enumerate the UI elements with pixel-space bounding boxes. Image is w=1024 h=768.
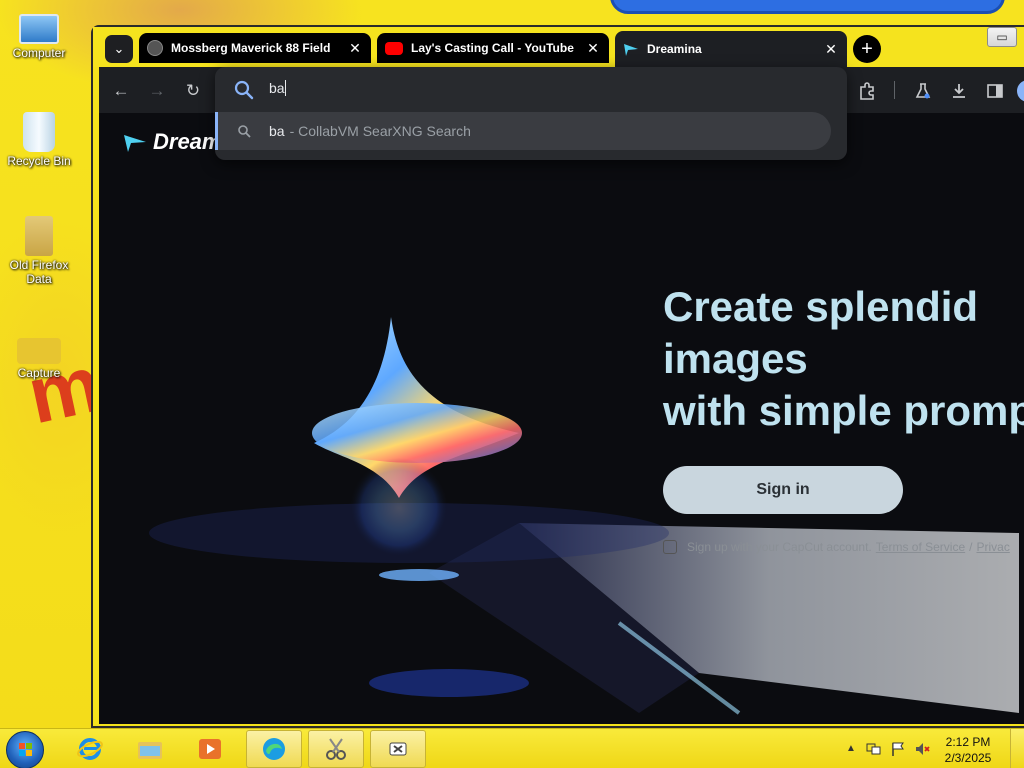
desktop-icon-label: Old Firefox Data	[9, 258, 69, 286]
dreamina-icon	[624, 44, 638, 56]
omnibox-dropdown: ba ba - CollabVM SearXNG Search	[215, 67, 847, 160]
desktop-icon-label: Capture	[17, 366, 61, 380]
sign-in-label: Sign in	[756, 481, 810, 498]
tab-title: Lay's Casting Call - YouTube	[411, 41, 574, 55]
address-input-value: ba	[269, 80, 285, 96]
terms-of-service-link[interactable]: Terms of Service	[876, 540, 965, 554]
taskbar-internet-explorer[interactable]	[62, 730, 118, 768]
download-icon	[953, 84, 965, 98]
flag-icon[interactable]	[890, 741, 906, 757]
desktop-icon-capture[interactable]: Capture	[6, 328, 72, 380]
start-button[interactable]	[6, 731, 44, 768]
desktop-icon-label: Computer	[12, 46, 66, 60]
tab-title: Dreamina	[647, 42, 702, 56]
omnibox-suggestion[interactable]: ba - CollabVM SearXNG Search	[215, 112, 831, 150]
downloads-button[interactable]	[947, 79, 971, 103]
minimize-button[interactable]: ▭	[987, 27, 1017, 47]
forward-button[interactable]: →	[145, 79, 169, 103]
tab-dreamina[interactable]: Dreamina ✕	[615, 31, 847, 67]
hero-title: Create splendid images with simple promp	[663, 281, 1024, 437]
network-icon[interactable]	[866, 741, 882, 757]
suggestion-text: ba	[269, 123, 285, 139]
taskbar-snipping-tool[interactable]	[308, 730, 364, 768]
new-tab-button[interactable]: +	[853, 35, 881, 63]
hero-line: with simple promp	[663, 387, 1024, 434]
close-icon[interactable]: ✕	[347, 40, 363, 57]
toolbar-divider	[894, 81, 895, 99]
side-panel-icon	[987, 84, 1003, 98]
page-content: Dream Create splendid images with simple…	[99, 113, 1024, 724]
puzzle-icon	[860, 82, 874, 100]
terms-text: Sign up with your CapCut account.	[687, 540, 872, 554]
reload-icon: ↻	[185, 81, 201, 100]
taskbar-edge[interactable]	[246, 730, 302, 768]
desktop-icon-old-firefox-data[interactable]: Old Firefox Data	[6, 216, 72, 286]
taskbar-app[interactable]	[370, 730, 426, 768]
chevron-up-icon: ▲	[846, 743, 856, 754]
reload-button[interactable]: ↻	[181, 79, 205, 103]
clock-time: 2:12 PM	[945, 735, 991, 749]
desktop-icon-computer[interactable]: Computer	[6, 8, 72, 60]
close-icon[interactable]: ✕	[823, 41, 839, 58]
computer-icon	[19, 14, 59, 44]
desktop-icon-label: Recycle Bin	[7, 154, 71, 168]
show-hidden-icons-button[interactable]: ▲	[846, 743, 862, 759]
windows-logo-icon	[19, 743, 32, 756]
app-icon	[389, 742, 407, 756]
folder-icon	[25, 216, 53, 256]
hero-line: images	[663, 335, 808, 382]
avatar-icon	[1017, 80, 1024, 102]
chevron-down-icon: ⌄	[113, 41, 125, 56]
hero-line: Create splendid	[663, 283, 979, 330]
youtube-icon	[385, 41, 403, 55]
search-icon	[238, 125, 251, 138]
tab-search-button[interactable]: ⌄	[105, 35, 133, 63]
dreamina-logo-icon	[124, 135, 146, 152]
taskbar: ▲ 2:12 PM 2/3/2025	[0, 728, 1024, 768]
internet-explorer-icon	[77, 738, 103, 760]
profile-button[interactable]	[1017, 79, 1024, 103]
address-input[interactable]: ba	[269, 80, 286, 96]
media-player-icon	[199, 739, 221, 759]
capture-icon	[17, 338, 61, 364]
folder-icon	[138, 742, 162, 759]
tab-title: Mossberg Maverick 88 Field	[171, 41, 331, 55]
arrow-left-icon: ←	[112, 81, 130, 100]
plus-icon: +	[861, 37, 873, 60]
back-button[interactable]: ←	[109, 79, 133, 103]
extensions-button[interactable]	[855, 79, 879, 103]
search-icon	[234, 80, 254, 100]
taskbar-file-explorer[interactable]	[122, 730, 178, 768]
tab-youtube[interactable]: Lay's Casting Call - YouTube ✕	[377, 33, 609, 63]
terms-separator: /	[969, 540, 973, 554]
text-caret	[284, 80, 286, 96]
terms-checkbox[interactable]	[663, 540, 677, 554]
tab-strip: ⌄ Mossberg Maverick 88 Field ✕ Lay's Cas…	[93, 27, 1024, 67]
volume-muted-icon[interactable]	[914, 741, 930, 757]
flask-icon	[915, 83, 931, 99]
labs-button[interactable]	[911, 79, 935, 103]
recycle-bin-icon	[23, 112, 55, 152]
suggestion-source: - CollabVM SearXNG Search	[289, 123, 471, 139]
close-icon[interactable]: ✕	[585, 40, 601, 57]
tab-mossberg[interactable]: Mossberg Maverick 88 Field ✕	[139, 33, 371, 63]
taskbar-media-player[interactable]	[182, 730, 238, 768]
logo-text: Dream	[153, 129, 222, 154]
edge-icon	[263, 738, 285, 760]
sign-in-button[interactable]: Sign in	[663, 466, 903, 514]
wallpaper-decoration	[610, 0, 1005, 14]
terms-row: Sign up with your CapCut account. Terms …	[663, 540, 1010, 554]
minimize-icon: ▭	[996, 30, 1008, 44]
site-favicon	[147, 40, 163, 56]
scissors-icon	[326, 738, 346, 760]
show-desktop-button[interactable]	[1010, 729, 1024, 768]
system-clock[interactable]: 2:12 PM 2/3/2025	[938, 734, 998, 766]
dreamina-logo[interactable]: Dream	[123, 129, 221, 155]
clock-date: 2/3/2025	[944, 751, 992, 765]
side-panel-button[interactable]	[983, 79, 1007, 103]
desktop-icon-recycle-bin[interactable]: Recycle Bin	[6, 112, 72, 168]
arrow-right-icon: →	[148, 81, 166, 100]
privacy-link[interactable]: Privac	[976, 540, 1009, 554]
